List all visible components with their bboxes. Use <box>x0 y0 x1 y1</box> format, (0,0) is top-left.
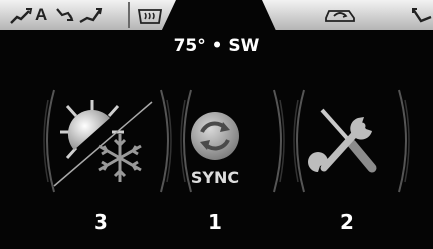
climate-menu-button[interactable] <box>52 96 162 192</box>
menu-number-climate: 3 <box>94 210 108 234</box>
fan-to-windshield-icon[interactable] <box>9 7 33 25</box>
auto-label[interactable]: A <box>35 5 47 25</box>
fan-to-face-icon[interactable] <box>411 7 433 25</box>
menu-number-sync: 1 <box>208 210 222 234</box>
fan-to-feet-icon[interactable] <box>77 6 103 26</box>
recirculation-icon[interactable] <box>323 6 357 24</box>
menu-number-settings: 2 <box>340 210 354 234</box>
settings-menu-button[interactable] <box>292 96 402 192</box>
climate-status-bar: A <box>0 0 433 30</box>
settings-tools-icon <box>308 108 377 173</box>
climate-sun-snowflake-icon <box>53 100 153 187</box>
fan-to-floor-icon[interactable] <box>54 7 74 25</box>
tab-divider <box>128 2 130 28</box>
sync-label: SYNC <box>190 168 240 187</box>
bracket-decoration <box>273 89 285 193</box>
defrost-icon[interactable] <box>137 6 163 26</box>
temperature-compass-readout: 75° • SW <box>173 36 260 56</box>
touchscreen: A 75° • SW 3 SYNC 1 2 <box>0 0 433 249</box>
